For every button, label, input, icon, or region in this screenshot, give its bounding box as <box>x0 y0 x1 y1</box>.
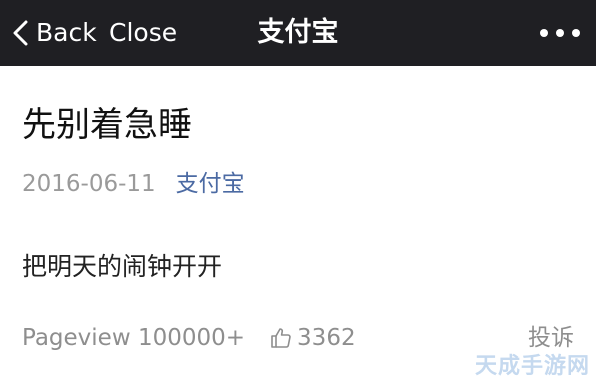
more-dot <box>556 29 564 37</box>
more-horizontal-icon[interactable] <box>540 20 580 46</box>
article-footer-stats: Pageview 100000+ 3362 <box>22 322 356 354</box>
more-dot <box>572 29 580 37</box>
pageview-label: Pageview <box>22 325 131 351</box>
back-button[interactable]: Back <box>12 14 97 52</box>
like-button[interactable]: 3362 <box>269 325 356 351</box>
more-dot <box>540 29 548 37</box>
article-title: 先别着急睡 <box>22 105 192 145</box>
like-count: 3362 <box>297 325 356 351</box>
site-watermark: 天成手游网 <box>474 354 590 379</box>
account-link[interactable]: 支付宝 <box>176 168 245 200</box>
page-title: 支付宝 <box>257 17 339 48</box>
close-button[interactable]: Close <box>109 14 177 52</box>
top-navigation-bar: Back Close 支付宝 <box>0 0 596 66</box>
chevron-left-icon <box>13 20 28 46</box>
back-button-label: Back <box>36 18 97 47</box>
pageview-stat: Pageview 100000+ <box>22 325 245 351</box>
article-meta: 2016-06-11 支付宝 <box>22 168 245 200</box>
thumbs-up-icon <box>271 328 291 348</box>
pageview-count: 100000+ <box>137 325 246 351</box>
publish-date: 2016-06-11 <box>22 171 156 197</box>
article-body: 把明天的闹钟开开 <box>22 252 223 281</box>
